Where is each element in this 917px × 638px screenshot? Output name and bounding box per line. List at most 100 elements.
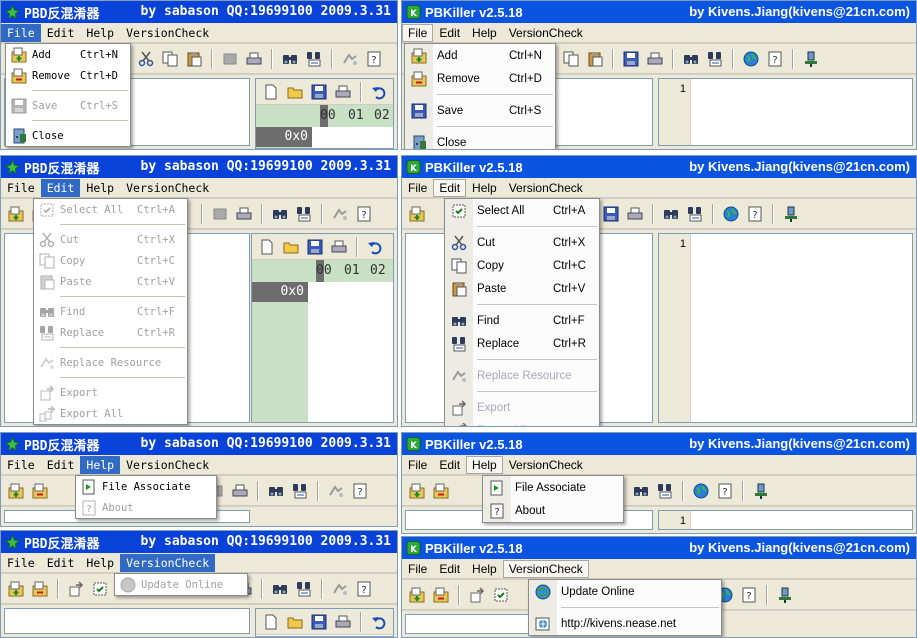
- menu-versioncheck[interactable]: VersionCheck: [120, 179, 215, 197]
- replace-button[interactable]: [289, 480, 311, 502]
- add-button[interactable]: [406, 480, 428, 502]
- open-button[interactable]: [284, 611, 306, 633]
- print-button[interactable]: [332, 81, 354, 103]
- menu-edit[interactable]: Edit: [433, 456, 466, 474]
- about-button[interactable]: [363, 48, 385, 70]
- replace-button[interactable]: [684, 203, 706, 225]
- about-button[interactable]: [349, 480, 371, 502]
- add-button[interactable]: [406, 584, 428, 606]
- find-button[interactable]: [680, 48, 702, 70]
- menu-item-select-all[interactable]: Select All Ctrl+A: [445, 199, 599, 222]
- copy-button[interactable]: [560, 48, 582, 70]
- print-button[interactable]: [644, 48, 666, 70]
- replace-button[interactable]: [293, 578, 315, 600]
- menu-help[interactable]: Help: [466, 560, 503, 578]
- select-all-button[interactable]: [490, 584, 512, 606]
- menu-file[interactable]: File: [402, 179, 433, 197]
- cut-button[interactable]: [135, 48, 157, 70]
- print-button[interactable]: [624, 203, 646, 225]
- replace-button[interactable]: [704, 48, 726, 70]
- menu-edit[interactable]: Edit: [433, 178, 467, 197]
- new-button[interactable]: [260, 81, 282, 103]
- close-button[interactable]: [774, 584, 796, 606]
- menu-item-add[interactable]: Add Ctrl+N: [6, 44, 130, 65]
- replace-resource-button[interactable]: [339, 48, 361, 70]
- blank-button[interactable]: [209, 203, 231, 225]
- new-button[interactable]: [256, 236, 278, 258]
- code-editor[interactable]: 1: [658, 510, 913, 530]
- print-button[interactable]: [328, 236, 350, 258]
- menu-versioncheck[interactable]: VersionCheck: [120, 456, 215, 474]
- print-button[interactable]: [229, 480, 251, 502]
- paste-button[interactable]: [183, 48, 205, 70]
- replace-resource-button[interactable]: [329, 203, 351, 225]
- code-editor[interactable]: 1: [658, 233, 913, 423]
- help-button[interactable]: [738, 584, 760, 606]
- save-button[interactable]: [308, 611, 330, 633]
- menu-help[interactable]: Help: [466, 24, 503, 42]
- about-button[interactable]: [353, 578, 375, 600]
- add-button[interactable]: [5, 480, 27, 502]
- menu-edit[interactable]: Edit: [40, 178, 81, 197]
- sort-button[interactable]: [466, 584, 488, 606]
- menu-item-http-kivens-nease-net[interactable]: http://kivens.nease.net: [529, 612, 721, 635]
- menu-versioncheck[interactable]: VersionCheck: [503, 456, 589, 474]
- replace-button[interactable]: [293, 203, 315, 225]
- undo-button[interactable]: [368, 81, 390, 103]
- remove-button[interactable]: [29, 578, 51, 600]
- menu-edit[interactable]: Edit: [41, 24, 81, 42]
- menu-item-remove[interactable]: Remove Ctrl+D: [6, 65, 130, 86]
- save-button[interactable]: [600, 203, 622, 225]
- print-button[interactable]: [233, 203, 255, 225]
- menu-item-find[interactable]: Find Ctrl+F: [445, 309, 599, 332]
- print-button[interactable]: [243, 48, 265, 70]
- menu-versioncheck[interactable]: VersionCheck: [503, 24, 589, 42]
- select-all-button[interactable]: [89, 578, 111, 600]
- menu-item-close[interactable]: Close: [6, 125, 130, 146]
- menu-file[interactable]: File: [402, 560, 433, 578]
- menu-edit[interactable]: Edit: [433, 24, 466, 42]
- menu-versioncheck[interactable]: VersionCheck: [503, 179, 589, 197]
- paste-button[interactable]: [584, 48, 606, 70]
- code-editor[interactable]: 1: [658, 78, 913, 146]
- open-button[interactable]: [280, 236, 302, 258]
- help-button[interactable]: [714, 480, 736, 502]
- menu-help[interactable]: Help: [80, 554, 120, 572]
- file-tree[interactable]: [4, 608, 250, 634]
- menu-help[interactable]: Help: [80, 24, 120, 42]
- menu-item-update-online[interactable]: Update Online: [529, 580, 721, 603]
- menu-versioncheck[interactable]: VersionCheck: [120, 24, 215, 42]
- menu-item-save[interactable]: Save Ctrl+S: [405, 99, 555, 122]
- save-button[interactable]: [620, 48, 642, 70]
- save-button[interactable]: [308, 81, 330, 103]
- menu-file[interactable]: File: [402, 23, 434, 42]
- help-button[interactable]: [744, 203, 766, 225]
- menu-item-cut[interactable]: Cut Ctrl+X: [445, 231, 599, 254]
- close-button[interactable]: [800, 48, 822, 70]
- about-button[interactable]: [353, 203, 375, 225]
- menu-versioncheck[interactable]: VersionCheck: [120, 553, 216, 572]
- blank-button[interactable]: [219, 48, 241, 70]
- web-button[interactable]: [720, 203, 742, 225]
- web-button[interactable]: [740, 48, 762, 70]
- menu-edit[interactable]: Edit: [433, 560, 466, 578]
- close-button[interactable]: [750, 480, 772, 502]
- copy-button[interactable]: [159, 48, 181, 70]
- remove-button[interactable]: [430, 584, 452, 606]
- replace-button[interactable]: [654, 480, 676, 502]
- menu-help[interactable]: Help: [80, 179, 120, 197]
- replace-resource-button[interactable]: [325, 480, 347, 502]
- remove-button[interactable]: [430, 480, 452, 502]
- find-button[interactable]: [269, 578, 291, 600]
- print-button[interactable]: [332, 611, 354, 633]
- menu-item-file-associate[interactable]: File Associate: [483, 476, 623, 499]
- menu-item-add[interactable]: Add Ctrl+N: [405, 44, 555, 67]
- remove-button[interactable]: [29, 480, 51, 502]
- menu-item-replace[interactable]: Replace Ctrl+R: [445, 332, 599, 355]
- add-button[interactable]: [5, 203, 27, 225]
- sort-button[interactable]: [65, 578, 87, 600]
- menu-item-about[interactable]: About: [483, 499, 623, 522]
- find-button[interactable]: [269, 203, 291, 225]
- find-button[interactable]: [630, 480, 652, 502]
- menu-file[interactable]: File: [1, 456, 41, 474]
